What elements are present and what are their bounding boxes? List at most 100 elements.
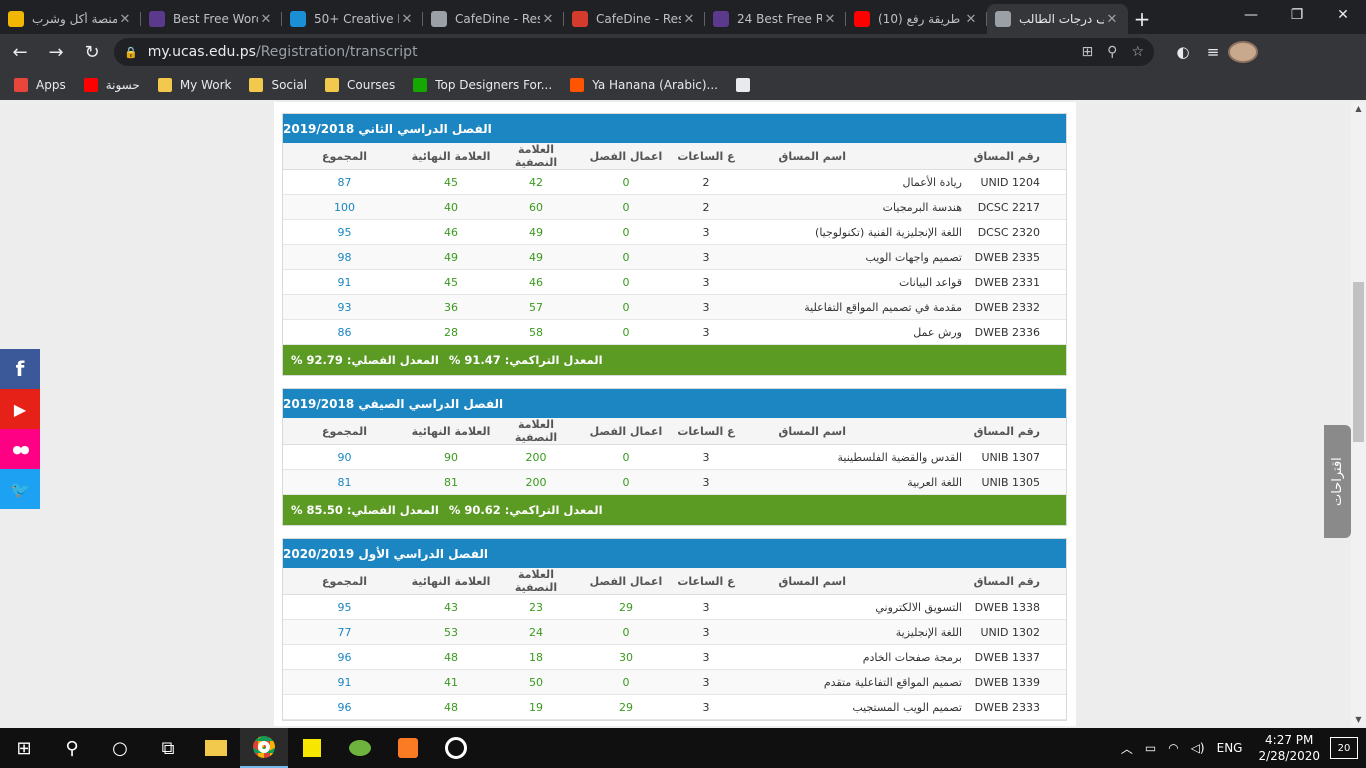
language-indicator[interactable]: ENG: [1217, 741, 1243, 755]
tray-expand-icon[interactable]: ︿: [1121, 740, 1133, 757]
scroll-thumb[interactable]: [1353, 282, 1364, 442]
zoom-icon[interactable]: ⚲: [1107, 44, 1117, 60]
twitter-icon[interactable]: 🐦: [0, 469, 40, 509]
bookmark-item[interactable]: Social: [249, 78, 307, 92]
browser-tab[interactable]: 50+ Creative Food✕: [282, 4, 423, 34]
chrome-taskbar-icon[interactable]: [240, 728, 288, 768]
battery-icon[interactable]: ▭: [1145, 741, 1156, 755]
facebook-icon[interactable]: f: [0, 349, 40, 389]
forward-button[interactable]: →: [40, 36, 72, 68]
url-text[interactable]: my.ucas.edu.ps/Registration/transcript: [148, 44, 1068, 60]
xampp-icon[interactable]: [384, 728, 432, 768]
semester-title: الفصل الدراسي الأول 2020/2019: [283, 539, 1066, 568]
cell-work: 0: [576, 469, 676, 495]
tab-close-icon[interactable]: ✕: [1104, 12, 1120, 27]
cell-final: 48: [406, 694, 496, 720]
youtube-icon[interactable]: ▶: [0, 389, 40, 429]
table-row: DWEB 1337 برمجة صفحات الخادم 3 30 18 48 96: [283, 644, 1066, 670]
tab-close-icon[interactable]: ✕: [681, 12, 697, 27]
search-icon[interactable]: ⚲: [48, 728, 96, 768]
reload-button[interactable]: ↻: [76, 36, 108, 68]
cell-final: 40: [406, 194, 496, 220]
tab-favicon-icon: [995, 11, 1011, 27]
column-header-mid: العلامة النصفية: [496, 143, 576, 170]
scroll-up-arrow[interactable]: ▲: [1351, 104, 1366, 113]
bookmark-item[interactable]: Top Designers For...: [413, 78, 552, 92]
cell-total: 91: [283, 269, 406, 295]
new-tab-button[interactable]: +: [1128, 4, 1156, 34]
minimize-button[interactable]: —: [1228, 0, 1274, 30]
browser-tab[interactable]: كشف درجات الطالب✕: [987, 4, 1128, 34]
cell-mid: 23: [496, 594, 576, 620]
browser-tab[interactable]: CafeDine - Restaurant✕: [564, 4, 705, 34]
bookmark-label: Courses: [347, 78, 396, 92]
avatar: [1228, 41, 1258, 63]
bookmark-item[interactable]: My Work: [157, 78, 232, 92]
windows-taskbar: ⊞ ⚲ ○ ⧉ ︿ ▭ ◠ ◁) ENG 4:27 PM 2/28/2020 2…: [0, 728, 1366, 768]
bookmark-item[interactable]: Apps: [14, 78, 66, 92]
bookmark-item[interactable]: Courses: [325, 78, 395, 92]
tab-title: CafeDine - Restaurant: [596, 12, 681, 26]
clock[interactable]: 4:27 PM 2/28/2020: [1258, 732, 1320, 764]
bookmark-item[interactable]: [736, 78, 758, 92]
lock-icon[interactable]: 🔒: [124, 46, 138, 59]
bookmark-icon: [83, 78, 98, 92]
bookmark-label: My Work: [179, 78, 232, 92]
translate-icon[interactable]: ⊞: [1081, 44, 1093, 60]
browser-tab[interactable]: منصة أكل وشرب ✕: [0, 4, 141, 34]
cell-work: 0: [576, 219, 676, 245]
cortana-icon[interactable]: ○: [96, 728, 144, 768]
column-header-work: اعمال الفصل: [576, 568, 676, 595]
browser-tab[interactable]: (10) طريقة رفع ✕: [846, 4, 987, 34]
table-row: DWEB 1338 التسويق الالكتروني 3 29 23 43 95: [283, 594, 1066, 620]
scroll-down-arrow[interactable]: ▼: [1351, 715, 1366, 724]
notification-center-button[interactable]: 20: [1330, 737, 1358, 759]
profile-button[interactable]: [1228, 41, 1258, 63]
tab-close-icon[interactable]: ✕: [399, 12, 415, 27]
flickr-icon[interactable]: ●●: [0, 429, 40, 469]
bookmark-star-icon[interactable]: ☆: [1131, 44, 1144, 60]
cell-work: 0: [576, 169, 676, 195]
app-icon[interactable]: [336, 728, 384, 768]
wifi-icon[interactable]: ◠: [1168, 741, 1178, 755]
bookmark-item[interactable]: حسونة: [83, 78, 140, 92]
tab-close-icon[interactable]: ✕: [117, 12, 133, 27]
tab-close-icon[interactable]: ✕: [822, 12, 838, 27]
bookmark-icon: [413, 78, 428, 92]
cell-work: 0: [576, 269, 676, 295]
close-window-button[interactable]: ✕: [1320, 0, 1366, 30]
cell-hours: 3: [676, 294, 736, 320]
task-view-icon[interactable]: ⧉: [144, 728, 192, 768]
cell-name: مقدمة في تصميم المواقع التفاعلية: [736, 294, 966, 320]
back-button[interactable]: ←: [4, 36, 36, 68]
start-button[interactable]: ⊞: [0, 728, 48, 768]
cell-final: 43: [406, 594, 496, 620]
browser-tab[interactable]: Best Free WordPress✕: [141, 4, 282, 34]
tab-close-icon[interactable]: ✕: [963, 12, 979, 27]
file-explorer-icon[interactable]: [192, 728, 240, 768]
semester-card: الفصل الدراسي الثاني 2019/2018 رقم المساق…: [282, 113, 1067, 376]
tab-close-icon[interactable]: ✕: [540, 12, 556, 27]
suggestions-tab[interactable]: اقتراحات: [1324, 425, 1351, 538]
extension-icon[interactable]: ◐: [1168, 43, 1198, 61]
table-row: UNID 1302 اللغة الإنجليزية 3 0 24 53 77: [283, 619, 1066, 645]
tab-favicon-icon: [431, 11, 447, 27]
media-control-icon[interactable]: ≡: [1198, 43, 1228, 61]
maximize-button[interactable]: ❐: [1274, 0, 1320, 30]
tab-title: 50+ Creative Food: [314, 12, 399, 26]
cell-work: 0: [576, 669, 676, 695]
address-bar[interactable]: 🔒 my.ucas.edu.ps/Registration/transcript…: [114, 38, 1154, 66]
page-scrollbar[interactable]: ▲ ▼: [1351, 102, 1366, 726]
bookmark-label: Social: [271, 78, 308, 92]
browser-tab[interactable]: 24 Best Free Restaurant✕: [705, 4, 846, 34]
bookmark-item[interactable]: Ya Hanana (Arabic)...: [570, 78, 718, 92]
tab-close-icon[interactable]: ✕: [258, 12, 274, 27]
sticky-notes-icon[interactable]: [288, 728, 336, 768]
table-row: DWEB 2331 قواعد البيانات 3 0 46 45 91: [283, 269, 1066, 295]
browser-tab[interactable]: CafeDine - Restaurant✕: [423, 4, 564, 34]
volume-icon[interactable]: ◁): [1191, 741, 1205, 755]
cell-hours: 3: [676, 319, 736, 345]
cell-code: UNID 1302: [966, 619, 1066, 645]
obs-icon[interactable]: [432, 728, 480, 768]
cell-total: 86: [283, 319, 406, 345]
